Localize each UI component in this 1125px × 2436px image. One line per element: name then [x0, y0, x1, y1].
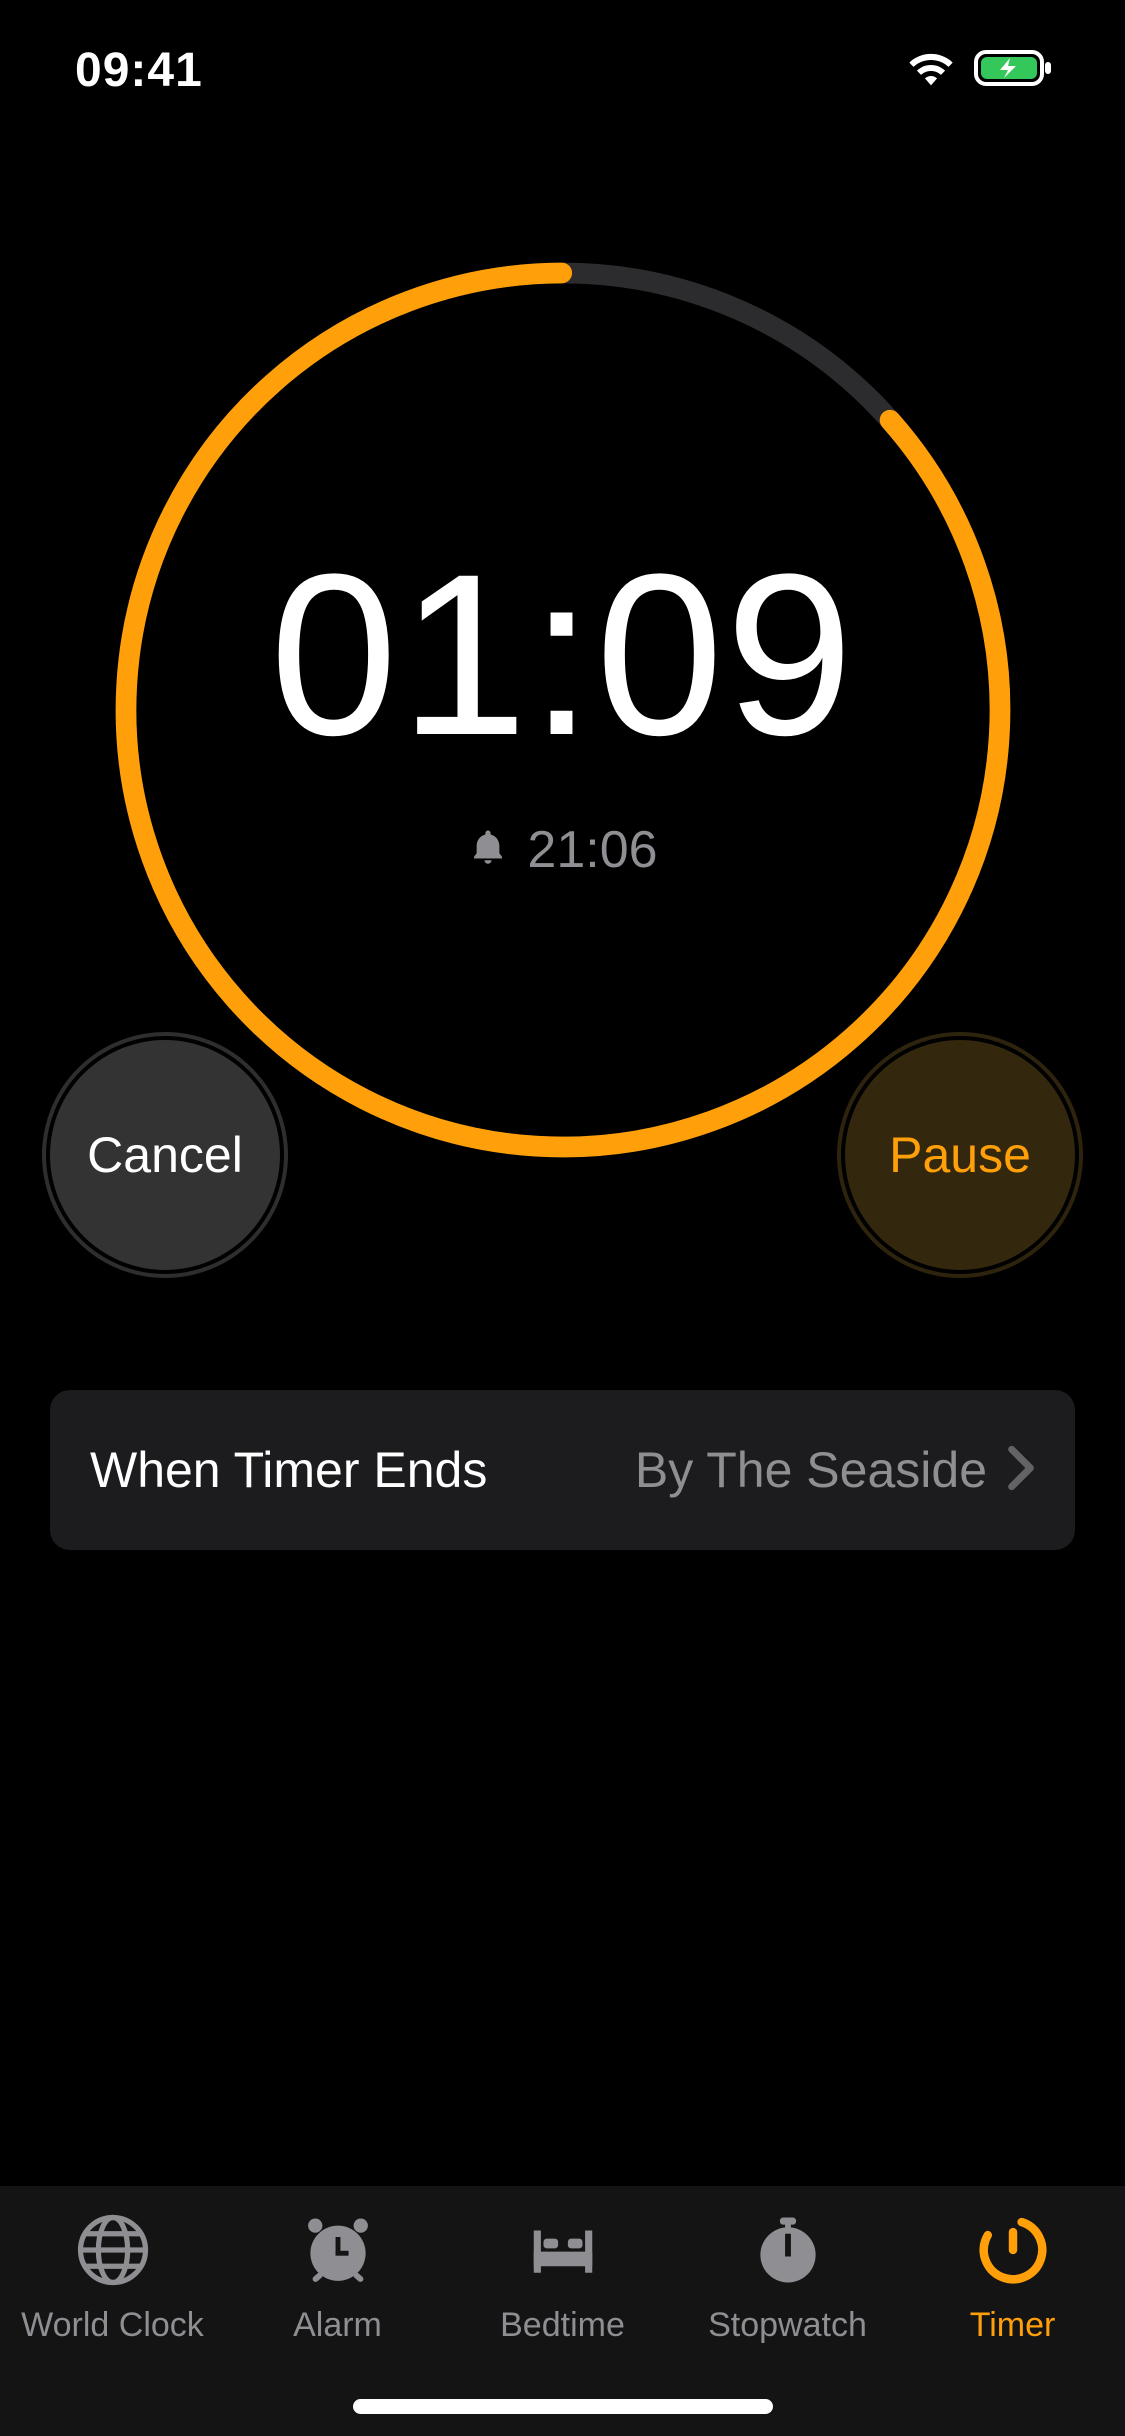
- timer-end-time: 21:06: [527, 820, 657, 880]
- status-icons: [905, 48, 1055, 93]
- home-indicator[interactable]: [353, 2399, 773, 2414]
- tab-label: World Clock: [21, 2306, 204, 2345]
- bed-icon: [524, 2211, 602, 2294]
- tab-timer[interactable]: Timer: [900, 2211, 1125, 2345]
- status-time: 09:41: [75, 43, 203, 98]
- tab-label: Stopwatch: [708, 2306, 867, 2345]
- when-timer-ends-row[interactable]: When Timer Ends By The Seaside: [50, 1390, 1075, 1550]
- timer-end-row: 21:06: [467, 820, 657, 880]
- bell-icon: [467, 827, 509, 874]
- tab-alarm[interactable]: Alarm: [225, 2211, 450, 2345]
- tab-world-clock[interactable]: World Clock: [0, 2211, 225, 2345]
- tab-label: Alarm: [293, 2306, 382, 2345]
- tab-stopwatch[interactable]: Stopwatch: [675, 2211, 900, 2345]
- cancel-button-label: Cancel: [87, 1126, 243, 1184]
- wifi-icon: [905, 48, 957, 93]
- cancel-button[interactable]: Cancel: [50, 1040, 280, 1270]
- stopwatch-icon: [749, 2211, 827, 2294]
- battery-charging-icon: [973, 48, 1055, 93]
- tab-bedtime[interactable]: Bedtime: [450, 2211, 675, 2345]
- chevron-right-icon: [1007, 1444, 1035, 1497]
- tab-label: Timer: [970, 2306, 1056, 2345]
- when-timer-ends-label: When Timer Ends: [90, 1441, 487, 1499]
- timer-ring: 01:09 21:06: [103, 250, 1023, 1170]
- when-timer-ends-value: By The Seaside: [635, 1441, 987, 1499]
- pause-button-label: Pause: [889, 1126, 1031, 1184]
- timer-icon: [974, 2211, 1052, 2294]
- time-remaining: 01:09: [270, 540, 856, 770]
- alarm-clock-icon: [299, 2211, 377, 2294]
- timer-ring-center: 01:09 21:06: [103, 250, 1023, 1170]
- tab-label: Bedtime: [500, 2306, 625, 2345]
- status-bar: 09:41: [0, 0, 1125, 140]
- pause-button[interactable]: Pause: [845, 1040, 1075, 1270]
- globe-icon: [74, 2211, 152, 2294]
